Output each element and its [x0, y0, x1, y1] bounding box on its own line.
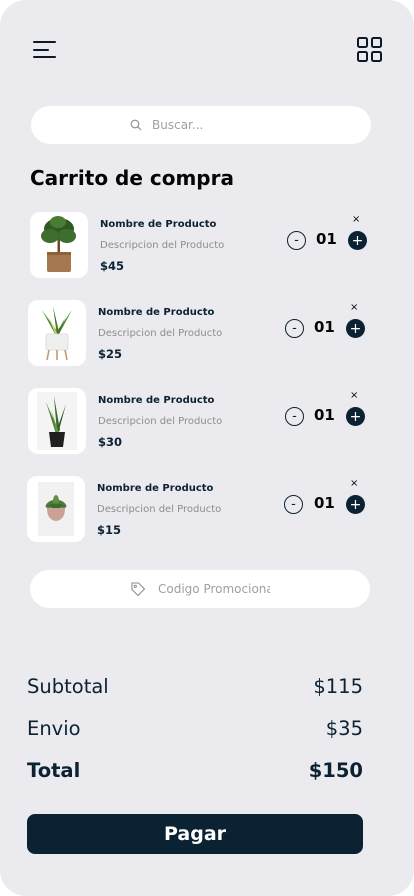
- olive-tree-plant-icon: [41, 216, 76, 272]
- promo-code-input[interactable]: [158, 582, 270, 596]
- promo-code-field[interactable]: [30, 570, 370, 608]
- grid-view-icon[interactable]: [357, 37, 382, 62]
- decrease-quantity-button[interactable]: -: [284, 495, 303, 514]
- menu-icon[interactable]: [33, 39, 57, 61]
- quantity-value: 01: [316, 230, 337, 248]
- cart-item: Nombre de Producto Descripcion del Produ…: [0, 299, 414, 369]
- product-description: Descripcion del Producto: [97, 504, 222, 515]
- product-price: $15: [97, 523, 122, 537]
- product-name: Nombre de Producto: [98, 395, 215, 406]
- shipping-value: $35: [325, 717, 363, 740]
- product-price: $30: [98, 435, 123, 449]
- succulent-pot-icon: [38, 482, 74, 536]
- snake-plant-white-pot-icon: [42, 306, 72, 361]
- product-name: Nombre de Producto: [97, 483, 214, 494]
- cart-item: Nombre de Producto Descripcion del Produ…: [0, 211, 414, 281]
- quantity-value: 01: [314, 406, 335, 424]
- decrease-quantity-button[interactable]: -: [285, 319, 304, 338]
- product-image: [28, 300, 86, 366]
- remove-item-button[interactable]: ×: [352, 214, 360, 225]
- product-image: [28, 388, 86, 454]
- increase-quantity-button[interactable]: +: [346, 407, 365, 426]
- product-image: [30, 212, 88, 278]
- decrease-quantity-button[interactable]: -: [285, 407, 304, 426]
- product-name: Nombre de Producto: [100, 219, 217, 230]
- tag-icon: [131, 582, 146, 597]
- subtotal-label: Subtotal: [27, 675, 109, 698]
- search-bar[interactable]: [31, 106, 371, 144]
- remove-item-button[interactable]: ×: [350, 478, 358, 489]
- subtotal-value: $115: [313, 675, 363, 698]
- product-image: [27, 476, 85, 542]
- increase-quantity-button[interactable]: +: [348, 231, 367, 250]
- product-description: Descripcion del Producto: [98, 328, 223, 339]
- decrease-quantity-button[interactable]: -: [287, 231, 306, 250]
- page-title: Carrito de compra: [30, 166, 234, 190]
- cart-item: Nombre de Producto Descripcion del Produ…: [0, 475, 414, 545]
- product-name: Nombre de Producto: [98, 307, 215, 318]
- search-icon: [130, 119, 142, 131]
- snake-plant-black-pot-icon: [37, 392, 77, 450]
- increase-quantity-button[interactable]: +: [346, 495, 365, 514]
- phone-screen: Carrito de compra Nombre de Producto Des…: [0, 0, 414, 896]
- remove-item-button[interactable]: ×: [350, 390, 358, 401]
- product-price: $45: [100, 259, 125, 273]
- cart-item: Nombre de Producto Descripcion del Produ…: [0, 387, 414, 457]
- shipping-label: Envio: [27, 717, 81, 740]
- increase-quantity-button[interactable]: +: [346, 319, 365, 338]
- total-value: $150: [308, 759, 363, 782]
- product-description: Descripcion del Producto: [100, 240, 225, 251]
- total-label: Total: [27, 759, 81, 782]
- product-description: Descripcion del Producto: [98, 416, 223, 427]
- search-input[interactable]: [152, 118, 272, 132]
- pay-button[interactable]: Pagar: [27, 814, 363, 854]
- quantity-value: 01: [314, 494, 335, 512]
- quantity-value: 01: [314, 318, 335, 336]
- remove-item-button[interactable]: ×: [350, 302, 358, 313]
- product-price: $25: [98, 347, 123, 361]
